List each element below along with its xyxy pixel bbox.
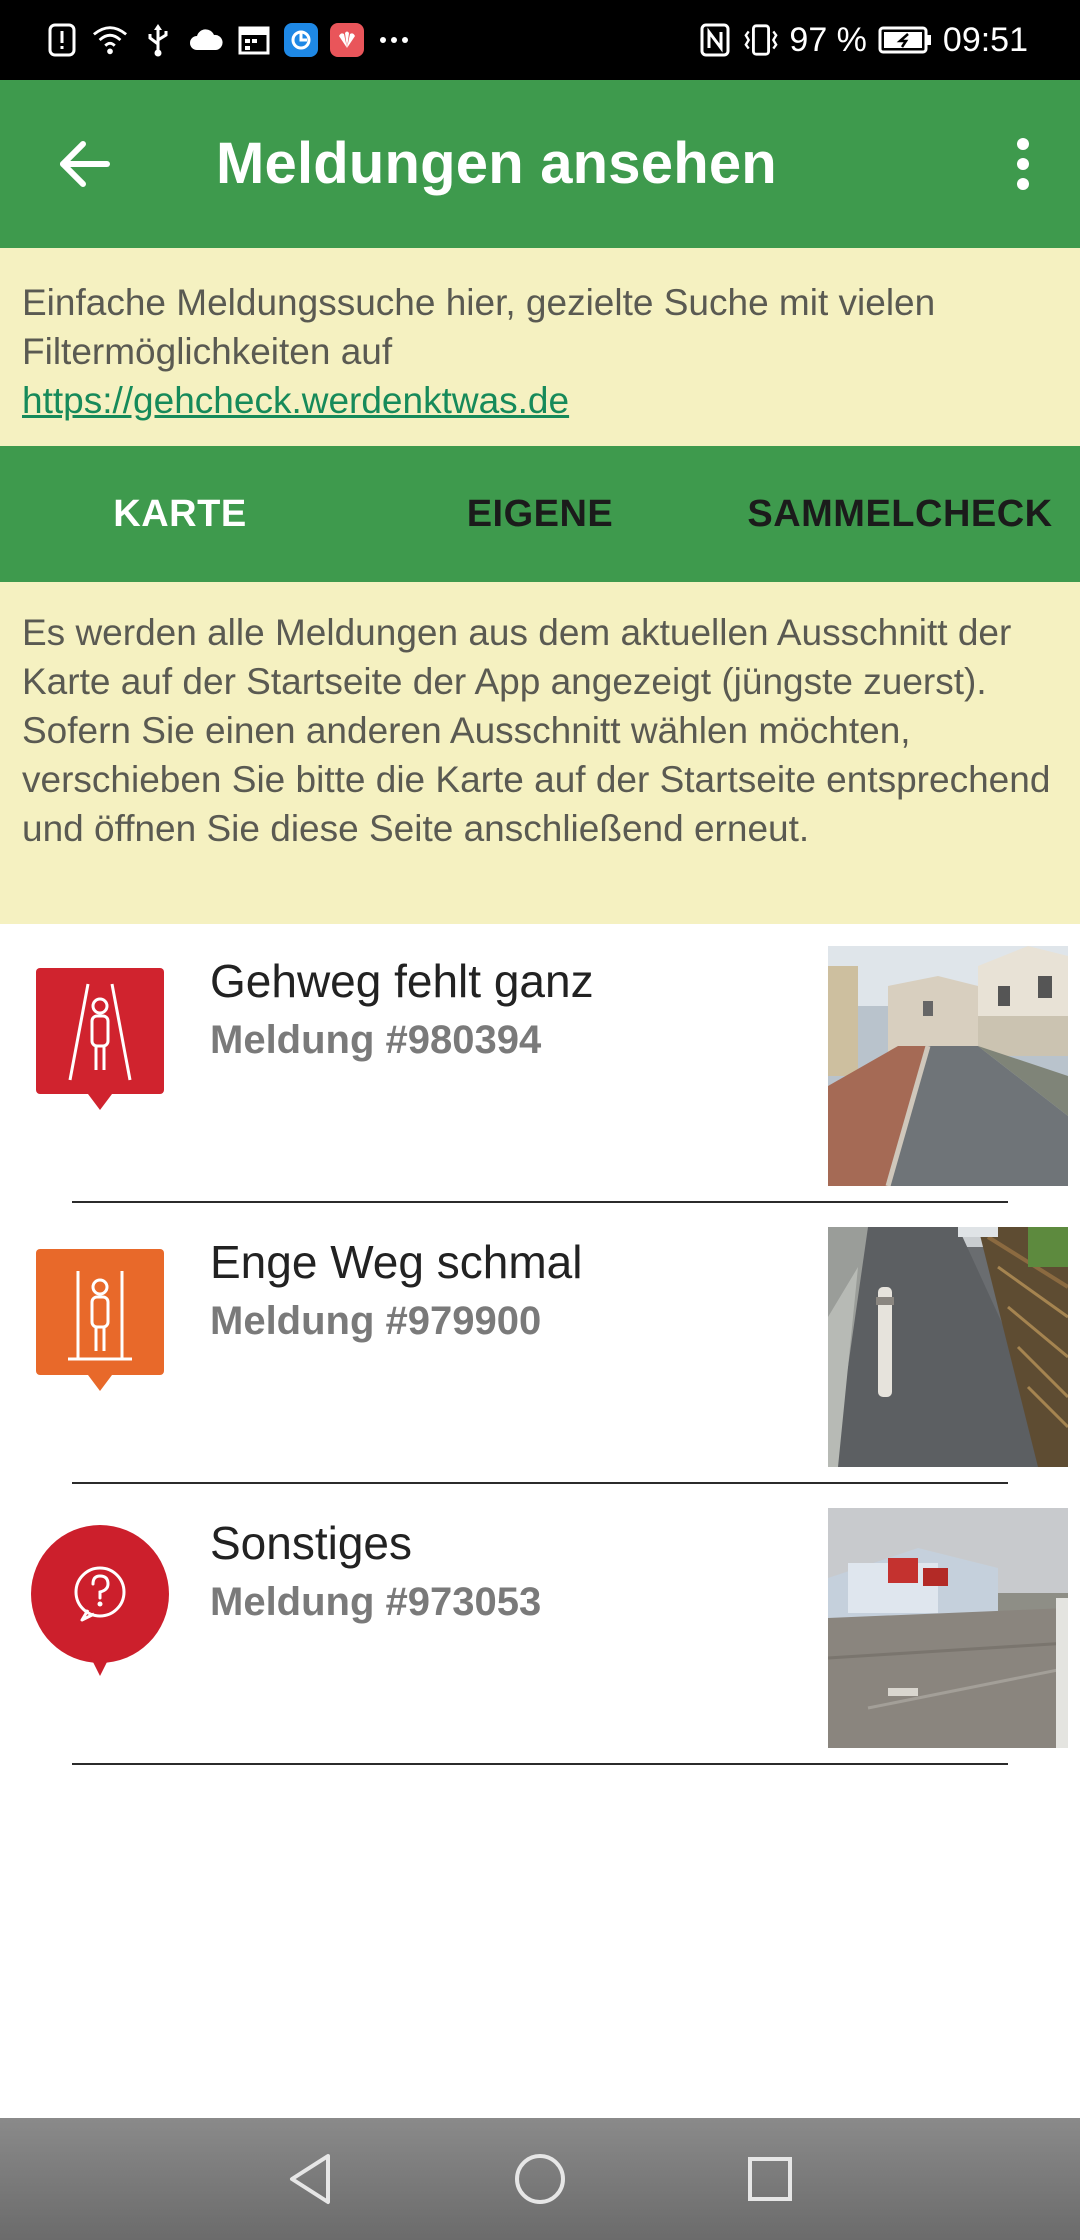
- narrow-path-icon: [30, 1243, 170, 1403]
- gehcheck-link[interactable]: https://gehcheck.werdenktwas.de: [22, 380, 569, 421]
- report-id: Meldung #979900: [210, 1299, 542, 1343]
- divider: [72, 1201, 1008, 1203]
- tab-karte[interactable]: KARTE: [0, 446, 360, 582]
- report-photo[interactable]: [828, 1508, 1068, 1748]
- search-info-banner: Einfache Meldungssuche hier, gezielte Su…: [0, 248, 1080, 446]
- arrow-left-icon: [60, 141, 110, 187]
- status-right: 97 % 09:51: [697, 18, 1028, 62]
- vibrate-icon: [743, 22, 779, 58]
- report-photo[interactable]: [828, 1227, 1068, 1467]
- back-nav-icon[interactable]: [280, 2149, 340, 2209]
- system-nav-bar: [0, 2118, 1080, 2240]
- missing-sidewalk-icon: [30, 962, 170, 1122]
- recents-nav-icon[interactable]: [740, 2149, 800, 2209]
- list-item[interactable]: Enge Weg schmal Meldung #979900: [0, 1205, 1080, 1486]
- battery-percent: 97 %: [789, 20, 867, 59]
- battery-icon: [877, 22, 933, 58]
- report-title: Gehweg fehlt ganz: [210, 955, 594, 1007]
- question-icon: [30, 1524, 170, 1684]
- report-id: Meldung #973053: [210, 1580, 542, 1624]
- home-nav-icon[interactable]: [510, 2149, 570, 2209]
- calendar-icon: [236, 22, 272, 58]
- report-list: Gehweg fehlt ganz Meldung #980394 Enge W…: [0, 924, 1080, 1767]
- list-item[interactable]: Sonstiges Meldung #973053: [0, 1486, 1080, 1767]
- nfc-icon: [697, 22, 733, 58]
- list-item[interactable]: Gehweg fehlt ganz Meldung #980394: [0, 924, 1080, 1205]
- page-title: Meldungen ansehen: [216, 131, 777, 196]
- cloud-icon: [188, 22, 224, 58]
- map-info-banner: Es werden alle Meldungen aus dem aktuell…: [0, 582, 1080, 924]
- report-title: Enge Weg schmal: [210, 1236, 583, 1288]
- more-dots: [376, 22, 412, 58]
- wifi-icon: [92, 22, 128, 58]
- report-id: Meldung #980394: [210, 1018, 542, 1062]
- usb-icon: [140, 22, 176, 58]
- alert-icon: [44, 22, 80, 58]
- tab-eigene[interactable]: EIGENE: [360, 446, 720, 582]
- more-vert-icon: [1017, 138, 1029, 190]
- clock: 09:51: [942, 20, 1028, 59]
- search-info-text: Einfache Meldungssuche hier, gezielte Su…: [22, 282, 936, 372]
- app-bar: Meldungen ansehen: [0, 80, 1080, 248]
- overflow-menu-button[interactable]: [988, 124, 1058, 204]
- app-blue-icon: [284, 23, 318, 57]
- tab-bar: KARTE EIGENE SAMMELCHECK: [0, 446, 1080, 582]
- divider: [72, 1763, 1008, 1765]
- status-bar: 97 % 09:51: [0, 0, 1080, 80]
- map-info-text: Es werden alle Meldungen aus dem aktuell…: [22, 612, 1051, 849]
- divider: [72, 1482, 1008, 1484]
- report-title: Sonstiges: [210, 1517, 413, 1569]
- back-button[interactable]: [40, 124, 130, 204]
- huawei-app-icon: [330, 23, 364, 57]
- tab-sammelcheck[interactable]: SAMMELCHECK: [720, 446, 1080, 582]
- report-photo[interactable]: [828, 946, 1068, 1186]
- status-left-icons: [44, 18, 412, 62]
